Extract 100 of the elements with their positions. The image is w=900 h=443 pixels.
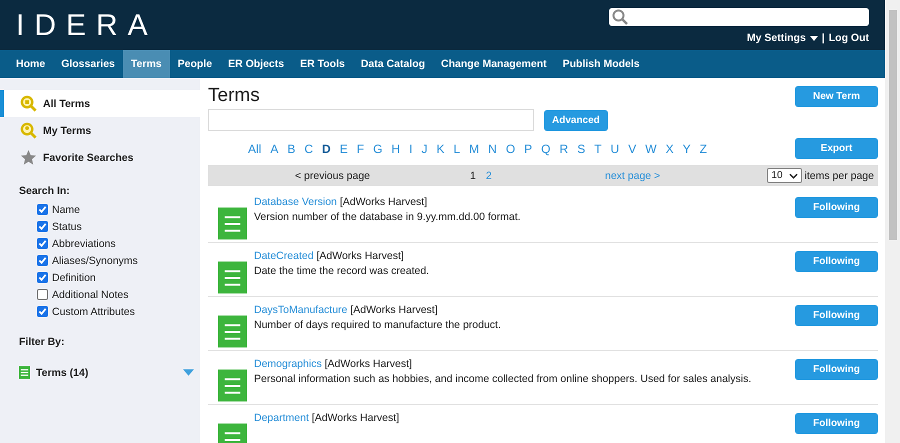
letter-link[interactable]: S <box>577 142 586 156</box>
letter-link[interactable]: V <box>628 142 636 156</box>
letter-link[interactable]: O <box>506 142 516 156</box>
following-button[interactable]: Following <box>795 197 878 218</box>
checkbox-label: Status <box>52 220 82 232</box>
checkbox-label: Definition <box>52 272 96 284</box>
letter-link[interactable]: I <box>409 142 412 156</box>
letter-link[interactable]: P <box>524 142 532 156</box>
term-description: Number of days required to manufacture the product. <box>254 319 502 331</box>
letter-link[interactable]: X <box>666 142 674 156</box>
letter-link[interactable]: C <box>304 142 314 156</box>
letter-link[interactable]: G <box>373 142 382 156</box>
star-icon <box>20 149 37 166</box>
nav-tab[interactable]: Change Management <box>433 50 555 78</box>
separator: | <box>822 32 825 44</box>
checkbox[interactable] <box>37 306 48 317</box>
caret-icon <box>810 36 818 40</box>
search-field[interactable] <box>208 109 534 131</box>
new-term-button[interactable]: New Term <box>795 86 878 107</box>
logo: IDERA <box>16 9 158 43</box>
advanced-button[interactable]: Advanced <box>544 110 608 130</box>
checkbox[interactable] <box>37 221 48 232</box>
checkbox[interactable] <box>37 255 48 266</box>
term-link[interactable]: Department <box>254 412 309 424</box>
magnifier-icon <box>20 95 37 112</box>
nav-tab[interactable]: People <box>170 50 220 78</box>
list-icon <box>218 369 247 402</box>
checkbox-label: Additional Notes <box>52 288 128 300</box>
letter-link[interactable]: E <box>340 142 348 156</box>
settings-link[interactable]: My Settings <box>746 32 806 44</box>
checkbox[interactable] <box>37 289 48 300</box>
term-source: [AdWorks Harvest] <box>316 250 404 262</box>
filter-item[interactable]: Terms (14) <box>36 366 177 378</box>
term-source: [AdWorks Harvest] <box>350 304 438 316</box>
letter-link[interactable]: T <box>594 142 602 156</box>
letter-link[interactable]: L <box>453 142 460 156</box>
nav-tab[interactable]: Home <box>8 50 54 78</box>
letter-link[interactable]: A <box>270 142 278 156</box>
sidebar-item[interactable]: My Terms <box>0 117 200 144</box>
letter-link[interactable]: N <box>488 142 497 156</box>
term-description: Version number of the database in 9.yy.mm.dd.00 format. <box>254 211 522 223</box>
term-link[interactable]: DaysToManufacture <box>254 304 348 316</box>
letter-link[interactable]: H <box>391 142 400 156</box>
nav-tab[interactable]: Terms <box>122 50 170 78</box>
list-icon <box>218 315 247 348</box>
checkbox[interactable] <box>37 272 48 283</box>
nav-tab[interactable]: Publish Models <box>554 50 648 78</box>
person-magnifier-icon <box>20 122 37 139</box>
caret-icon[interactable] <box>183 369 194 376</box>
following-button[interactable]: Following <box>795 413 878 434</box>
checkbox[interactable] <box>37 238 48 249</box>
list-icon <box>218 261 247 294</box>
page-link[interactable]: 2 <box>486 170 492 182</box>
term-link[interactable]: Database Version <box>254 196 337 208</box>
page-title: Terms <box>208 84 261 108</box>
checkbox[interactable] <box>37 204 48 215</box>
export-button[interactable]: Export <box>795 138 878 159</box>
list-icon <box>19 366 30 379</box>
nav-tab[interactable]: ER Objects <box>220 50 292 78</box>
term-source: [AdWorks Harvest] <box>324 358 412 370</box>
nav-tab[interactable]: Data Catalog <box>352 50 434 78</box>
sidebar-item[interactable]: Favorite Searches <box>0 144 200 171</box>
letter-link[interactable]: Q <box>541 142 551 156</box>
letter-link[interactable]: Y <box>682 142 691 156</box>
nav-tab[interactable]: Glossaries <box>53 50 123 78</box>
term-link[interactable]: DateCreated <box>254 250 314 262</box>
sidebar-item[interactable]: All Terms <box>0 90 200 117</box>
letter-link[interactable]: Z <box>700 142 707 156</box>
letter-link[interactable]: K <box>436 142 444 156</box>
letter-link[interactable]: U <box>610 142 620 156</box>
checkbox-label: Abbreviations <box>52 238 116 250</box>
letter-link[interactable]: J <box>421 142 428 156</box>
term-source: [AdWorks Harvest] <box>340 196 428 208</box>
logout-link[interactable]: Log Out <box>828 32 869 44</box>
following-button[interactable]: Following <box>795 305 878 326</box>
per-page-label: items per page <box>804 170 874 182</box>
following-button[interactable]: Following <box>795 359 878 380</box>
letter-link[interactable]: B <box>287 142 296 156</box>
letter-link[interactable]: W <box>645 142 657 156</box>
following-button[interactable]: Following <box>795 251 878 272</box>
checkbox-label: Custom Attributes <box>52 306 135 318</box>
next-page-link[interactable]: next page > <box>605 170 743 182</box>
term-description: Date the time the record was created. <box>254 265 430 277</box>
letter-link[interactable]: M <box>469 142 480 156</box>
checkbox-label: Name <box>52 204 80 216</box>
section-title: Search In: <box>19 185 71 197</box>
page-link[interactable]: 1 <box>470 170 476 182</box>
per-page-dropdown[interactable]: 10 <box>767 168 802 183</box>
checkbox-label: Aliases/Synonyms <box>52 254 138 266</box>
letter-link[interactable]: D <box>322 142 331 156</box>
search-field[interactable] <box>609 8 869 26</box>
list-icon <box>218 207 247 240</box>
nav-tab[interactable]: ER Tools <box>292 50 353 78</box>
chevron-icon <box>788 172 798 178</box>
term-link[interactable]: Demographics <box>254 358 322 370</box>
letter-link[interactable]: F <box>356 142 364 156</box>
scrollbar[interactable] <box>885 0 900 443</box>
previous-page-link[interactable]: < previous page <box>295 170 470 182</box>
letter-link[interactable]: R <box>560 142 568 156</box>
letter-link[interactable]: All <box>248 142 262 156</box>
